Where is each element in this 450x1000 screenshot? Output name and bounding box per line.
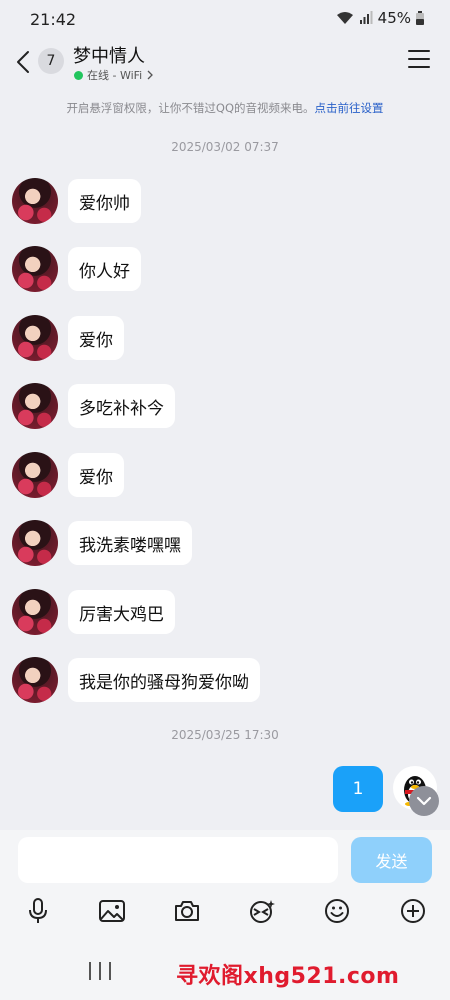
notice-text: 开启悬浮窗权限，让你不错过QQ的音视频来电。 [66, 101, 315, 115]
message-timestamp: 2025/03/02 07:37 [171, 140, 279, 154]
permission-notice: 开启悬浮窗权限，让你不错过QQ的音视频来电。点击前往设置 [0, 100, 450, 116]
emoji-icon [325, 899, 349, 923]
composer-toolbar [0, 893, 450, 931]
status-bar: 21:42 45% [0, 0, 450, 36]
message-bubble[interactable]: 爱你帅 [68, 179, 141, 223]
menu-line [408, 58, 430, 60]
message-row: 我是你的骚母狗爱你呦 [12, 655, 260, 705]
image-icon [99, 900, 125, 922]
plus-icon [401, 899, 425, 923]
contact-avatar[interactable] [12, 315, 58, 361]
message-bubble[interactable]: 厉害大鸡巴 [68, 590, 175, 634]
recents-bar [89, 962, 91, 980]
message-row: 厉害大鸡巴 [12, 587, 175, 637]
message-timestamp: 2025/03/25 17:30 [171, 728, 279, 742]
contact-avatar[interactable] [12, 520, 58, 566]
wifi-icon [336, 12, 353, 24]
message-row: 爱你帅 [12, 176, 141, 226]
status-indicators: 45% [336, 9, 424, 27]
presence-text: 在线 - WiFi [87, 69, 143, 82]
more-button[interactable] [394, 893, 432, 929]
camera-icon [175, 901, 199, 921]
online-dot-icon [74, 70, 83, 80]
message-bubble[interactable]: 爱你 [68, 453, 124, 497]
camera-button[interactable] [168, 893, 206, 929]
message-row: 我洗素喽嘿嘿 [12, 518, 192, 568]
recents-button[interactable] [89, 962, 111, 980]
contact-avatar[interactable] [12, 589, 58, 635]
chat-header: 7 梦中情人 在线 - WiFi [0, 36, 450, 90]
send-button[interactable]: 发送 [351, 837, 432, 883]
chevron-right-icon [147, 70, 154, 80]
contact-avatar[interactable] [12, 452, 58, 498]
presence-status[interactable]: 在线 - WiFi [74, 67, 154, 83]
unread-count-badge[interactable]: 7 [38, 48, 64, 74]
chevron-left-icon [17, 51, 29, 73]
battery-percent: 45% [377, 9, 411, 27]
contact-avatar[interactable] [12, 246, 58, 292]
back-button[interactable] [12, 48, 34, 76]
message-bubble[interactable]: 我洗素喽嘿嘿 [68, 521, 192, 565]
menu-button[interactable] [408, 50, 430, 70]
contact-avatar[interactable] [12, 178, 58, 224]
sticker-button[interactable] [243, 893, 281, 929]
outgoing-message-bubble[interactable]: 1 [333, 766, 383, 812]
message-bubble[interactable]: 我是你的骚母狗爱你呦 [68, 658, 260, 702]
message-bubble[interactable]: 多吃补补今 [68, 384, 175, 428]
message-bubble[interactable]: 爱你 [68, 316, 124, 360]
watermark-text: 寻欢阁xhg521.com [176, 964, 400, 989]
voice-button[interactable] [19, 893, 57, 929]
recents-bar [109, 962, 111, 980]
system-nav-bar: 寻欢阁xhg521.com [0, 940, 450, 1000]
message-bubble[interactable]: 你人好 [68, 247, 141, 291]
signal-icon [359, 11, 373, 24]
scroll-to-bottom-button[interactable] [409, 786, 439, 816]
recents-bar [99, 962, 101, 980]
message-row: 你人好 [12, 244, 141, 294]
notice-settings-link[interactable]: 点击前往设置 [315, 101, 384, 115]
sticker-icon [250, 900, 275, 923]
contact-avatar[interactable] [12, 657, 58, 703]
contact-avatar[interactable] [12, 383, 58, 429]
message-row: 多吃补补今 [12, 381, 175, 431]
status-time: 21:42 [30, 10, 77, 29]
emoji-button[interactable] [318, 893, 356, 929]
menu-line [408, 50, 430, 52]
message-input[interactable] [18, 837, 338, 883]
message-row: 爱你 [12, 313, 124, 363]
image-button[interactable] [93, 893, 131, 929]
battery-icon [416, 11, 424, 25]
microphone-icon [29, 898, 47, 923]
contact-name[interactable]: 梦中情人 [73, 42, 145, 68]
menu-line [408, 66, 430, 68]
message-row: 爱你 [12, 450, 124, 500]
chevron-down-icon [416, 796, 432, 806]
